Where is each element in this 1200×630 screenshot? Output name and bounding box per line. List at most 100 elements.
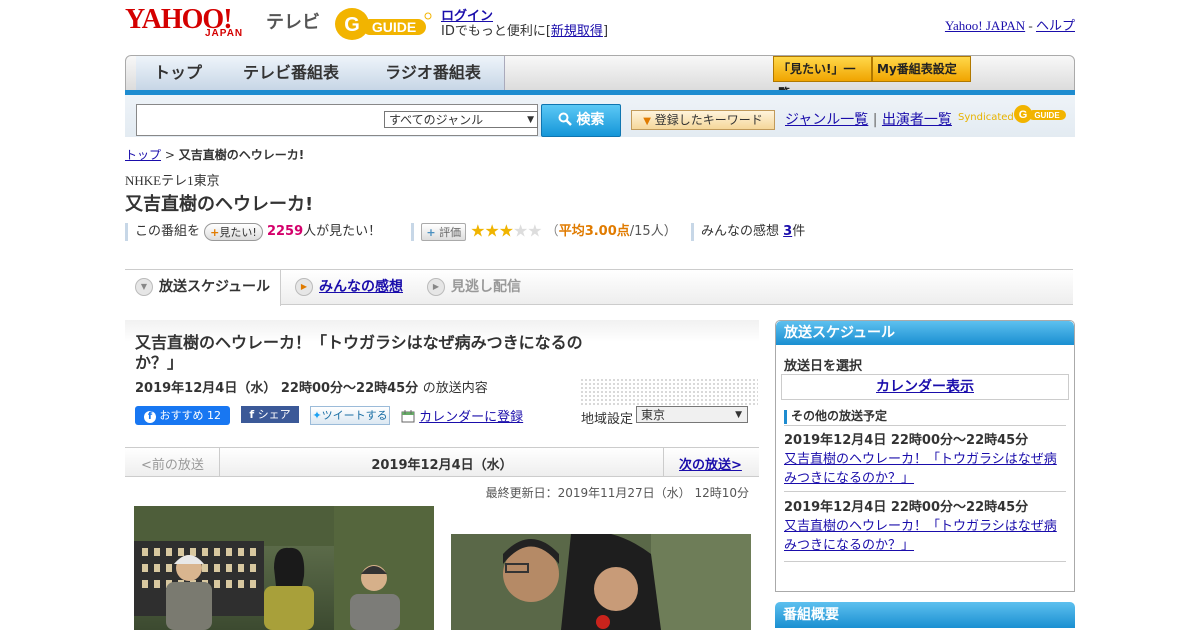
channel-name: NHKEテレ1東京 xyxy=(125,173,220,188)
episode-date: 2019年12月4日（水） 22時00分～22時45分 の放送内容 xyxy=(135,377,488,396)
link-separator: | xyxy=(868,112,882,128)
id-promo: IDでもっと便利に[新規取得] xyxy=(441,20,608,39)
calendar-view-box: カレンダー表示 xyxy=(781,374,1069,400)
yahoo-japan-link[interactable]: Yahoo! JAPAN xyxy=(945,18,1025,33)
last-updated: 最終更新日：2019年11月27日（水） 12時10分 xyxy=(485,486,749,500)
tv-logo-text[interactable]: テレビ xyxy=(266,8,320,34)
heading-bar xyxy=(784,409,787,424)
breadcrumb-sep: > xyxy=(161,148,179,162)
tab-minogashi[interactable]: ▶ 見逃し配信 xyxy=(427,270,521,304)
program-photo-2 xyxy=(451,534,751,630)
kanso-count-link[interactable]: 3 xyxy=(783,224,792,239)
other-schedule-heading: その他の放送予定 xyxy=(784,407,887,424)
mitai-count: 2259 xyxy=(266,224,304,239)
performer-list-link[interactable]: 出演者一覧 xyxy=(882,112,952,128)
dot-pattern xyxy=(580,378,758,406)
facebook-share-button[interactable]: f シェア xyxy=(241,406,299,423)
calendar-register-link: カレンダーに登録 xyxy=(419,410,524,425)
divider xyxy=(663,448,664,476)
schedule-item-datetime: 2019年12月4日 22時00分～22時45分 xyxy=(784,433,1029,448)
region-select[interactable]: 東京 ▼ xyxy=(636,406,748,423)
id-promo-prefix: IDでもっと便利に[ xyxy=(441,24,551,39)
tab-schedule[interactable]: ▼ 放送スケジュール xyxy=(125,270,281,306)
star-icon: ★ xyxy=(498,221,514,242)
header-links: Yahoo! JAPAN - ヘルプ xyxy=(945,15,1075,34)
plus-icon: + xyxy=(426,225,436,239)
svg-text:G: G xyxy=(344,14,360,36)
breadcrumb: トップ > 又吉直樹のヘウレーカ! xyxy=(125,146,304,163)
facebook-recommend-button[interactable]: f おすすめ 12 xyxy=(135,406,230,425)
dropdown-arrow-icon: ▼ xyxy=(643,116,651,127)
registered-keyword-button[interactable]: ▼ 登録したキーワード xyxy=(631,110,775,130)
rating-button[interactable]: + 評価 xyxy=(421,222,467,241)
mitai-list-button[interactable]: 「見たい!」一覧 xyxy=(773,56,872,100)
mitai-prefix: この番組を xyxy=(135,224,201,239)
rating-average: 平均3.00点 xyxy=(558,224,630,239)
chevron-down-icon: ▼ xyxy=(735,410,742,420)
search-icon xyxy=(558,112,577,128)
id-promo-suffix: ] xyxy=(602,24,609,39)
star-empty-icon: ★ xyxy=(527,221,542,242)
yahoo-japan-logo-text: JAPAN xyxy=(205,28,244,39)
schedule-item-link[interactable]: 又吉直樹のヘウレーカ！「トウガラシはなぜ病みつきになるのか？」 xyxy=(784,519,1057,553)
program-stats: この番組を +見たい! 2259人が見たい！ + 評価 ★★★★★ （平均3.0… xyxy=(125,220,805,242)
chevron-down-icon: ▼ xyxy=(135,278,153,296)
chevron-down-icon: ▼ xyxy=(527,115,534,125)
nav-tab-top[interactable]: トップ xyxy=(136,56,221,90)
tab-kanso[interactable]: ▶ みんなの感想 xyxy=(295,270,403,304)
calendar-view-link[interactable]: カレンダー表示 xyxy=(876,379,974,395)
divider xyxy=(784,491,1066,492)
genre-list-link[interactable]: ジャンル一覧 xyxy=(785,112,868,128)
breadcrumb-top-link[interactable]: トップ xyxy=(125,148,161,162)
program-photo-1 xyxy=(134,506,434,630)
my-settings-button[interactable]: My番組表設定 xyxy=(872,56,971,82)
episode-date-day: 2019年12月4日（水） xyxy=(135,381,277,396)
program-tabs: ▼ 放送スケジュール ▶ みんなの感想 ▶ 見逃し配信 xyxy=(125,269,1073,306)
rating-stars: ★★★★★ xyxy=(470,221,542,242)
other-schedule-label: その他の放送予定 xyxy=(791,409,888,423)
nav-tab-tv[interactable]: テレビ番組表 xyxy=(220,56,363,90)
mitai-suffix: 人が見たい！ xyxy=(303,224,382,239)
divider xyxy=(125,222,128,241)
facebook-recommend-label: おすすめ xyxy=(159,409,204,422)
tweet-button[interactable]: ✦ツイートする xyxy=(310,406,390,425)
star-empty-icon: ★ xyxy=(513,221,528,242)
divider xyxy=(411,222,415,241)
facebook-share-label: シェア xyxy=(257,408,291,421)
help-link[interactable]: ヘルプ xyxy=(1036,18,1075,33)
mitai-button[interactable]: +見たい! xyxy=(204,222,263,241)
genre-select[interactable]: すべてのジャンル ▼ xyxy=(384,111,538,128)
calendar-icon xyxy=(401,410,419,425)
sidebar-schedule-title: 放送スケジュール xyxy=(776,321,1074,345)
select-date-label: 放送日を選択 xyxy=(784,359,863,374)
nav-tab-radio[interactable]: ラジオ番組表 xyxy=(362,56,505,90)
calendar-register[interactable]: カレンダーに登録 xyxy=(401,406,523,425)
gguide-logo[interactable]: G GUIDE xyxy=(334,6,432,42)
kanso-prefix: みんなの感想 xyxy=(700,224,779,239)
svg-text:GUIDE: GUIDE xyxy=(372,19,416,35)
divider xyxy=(690,222,694,241)
facebook-icon: f xyxy=(144,411,156,423)
divider xyxy=(784,561,1066,562)
rating-count: /15人） xyxy=(629,224,677,239)
facebook-icon: f xyxy=(249,408,255,421)
episode-date-suffix: の放送内容 xyxy=(422,381,488,396)
schedule-sidebar: 放送スケジュール 放送日を選択 カレンダー表示 その他の放送予定 2019年12… xyxy=(775,320,1075,592)
tweet-label: ツイートする xyxy=(321,409,388,422)
divider xyxy=(784,425,1066,426)
breadcrumb-current: 又吉直樹のヘウレーカ! xyxy=(178,148,305,162)
facebook-recommend-count: 12 xyxy=(207,409,221,422)
star-icon: ★ xyxy=(470,221,485,242)
registered-keyword-label: 登録したキーワード xyxy=(654,113,763,127)
program-title: 又吉直樹のヘウレーカ! xyxy=(125,194,314,215)
sidebar-overview-title: 番組概要 xyxy=(775,602,1075,628)
schedule-item-link[interactable]: 又吉直樹のヘウレーカ！「トウガラシはなぜ病みつきになるのか？」 xyxy=(784,452,1057,486)
next-broadcast-link[interactable]: 次の放送> xyxy=(679,454,742,473)
chevron-right-icon: ▶ xyxy=(427,278,445,296)
mitai-button-label: 見たい! xyxy=(219,225,257,239)
region-select-value: 東京 xyxy=(641,408,666,422)
tab-kanso-label: みんなの感想 xyxy=(319,279,403,295)
twitter-bird-icon: ✦ xyxy=(312,409,322,422)
search-button[interactable]: 検索 xyxy=(541,104,621,137)
signup-link[interactable]: 新規取得 xyxy=(551,24,603,39)
